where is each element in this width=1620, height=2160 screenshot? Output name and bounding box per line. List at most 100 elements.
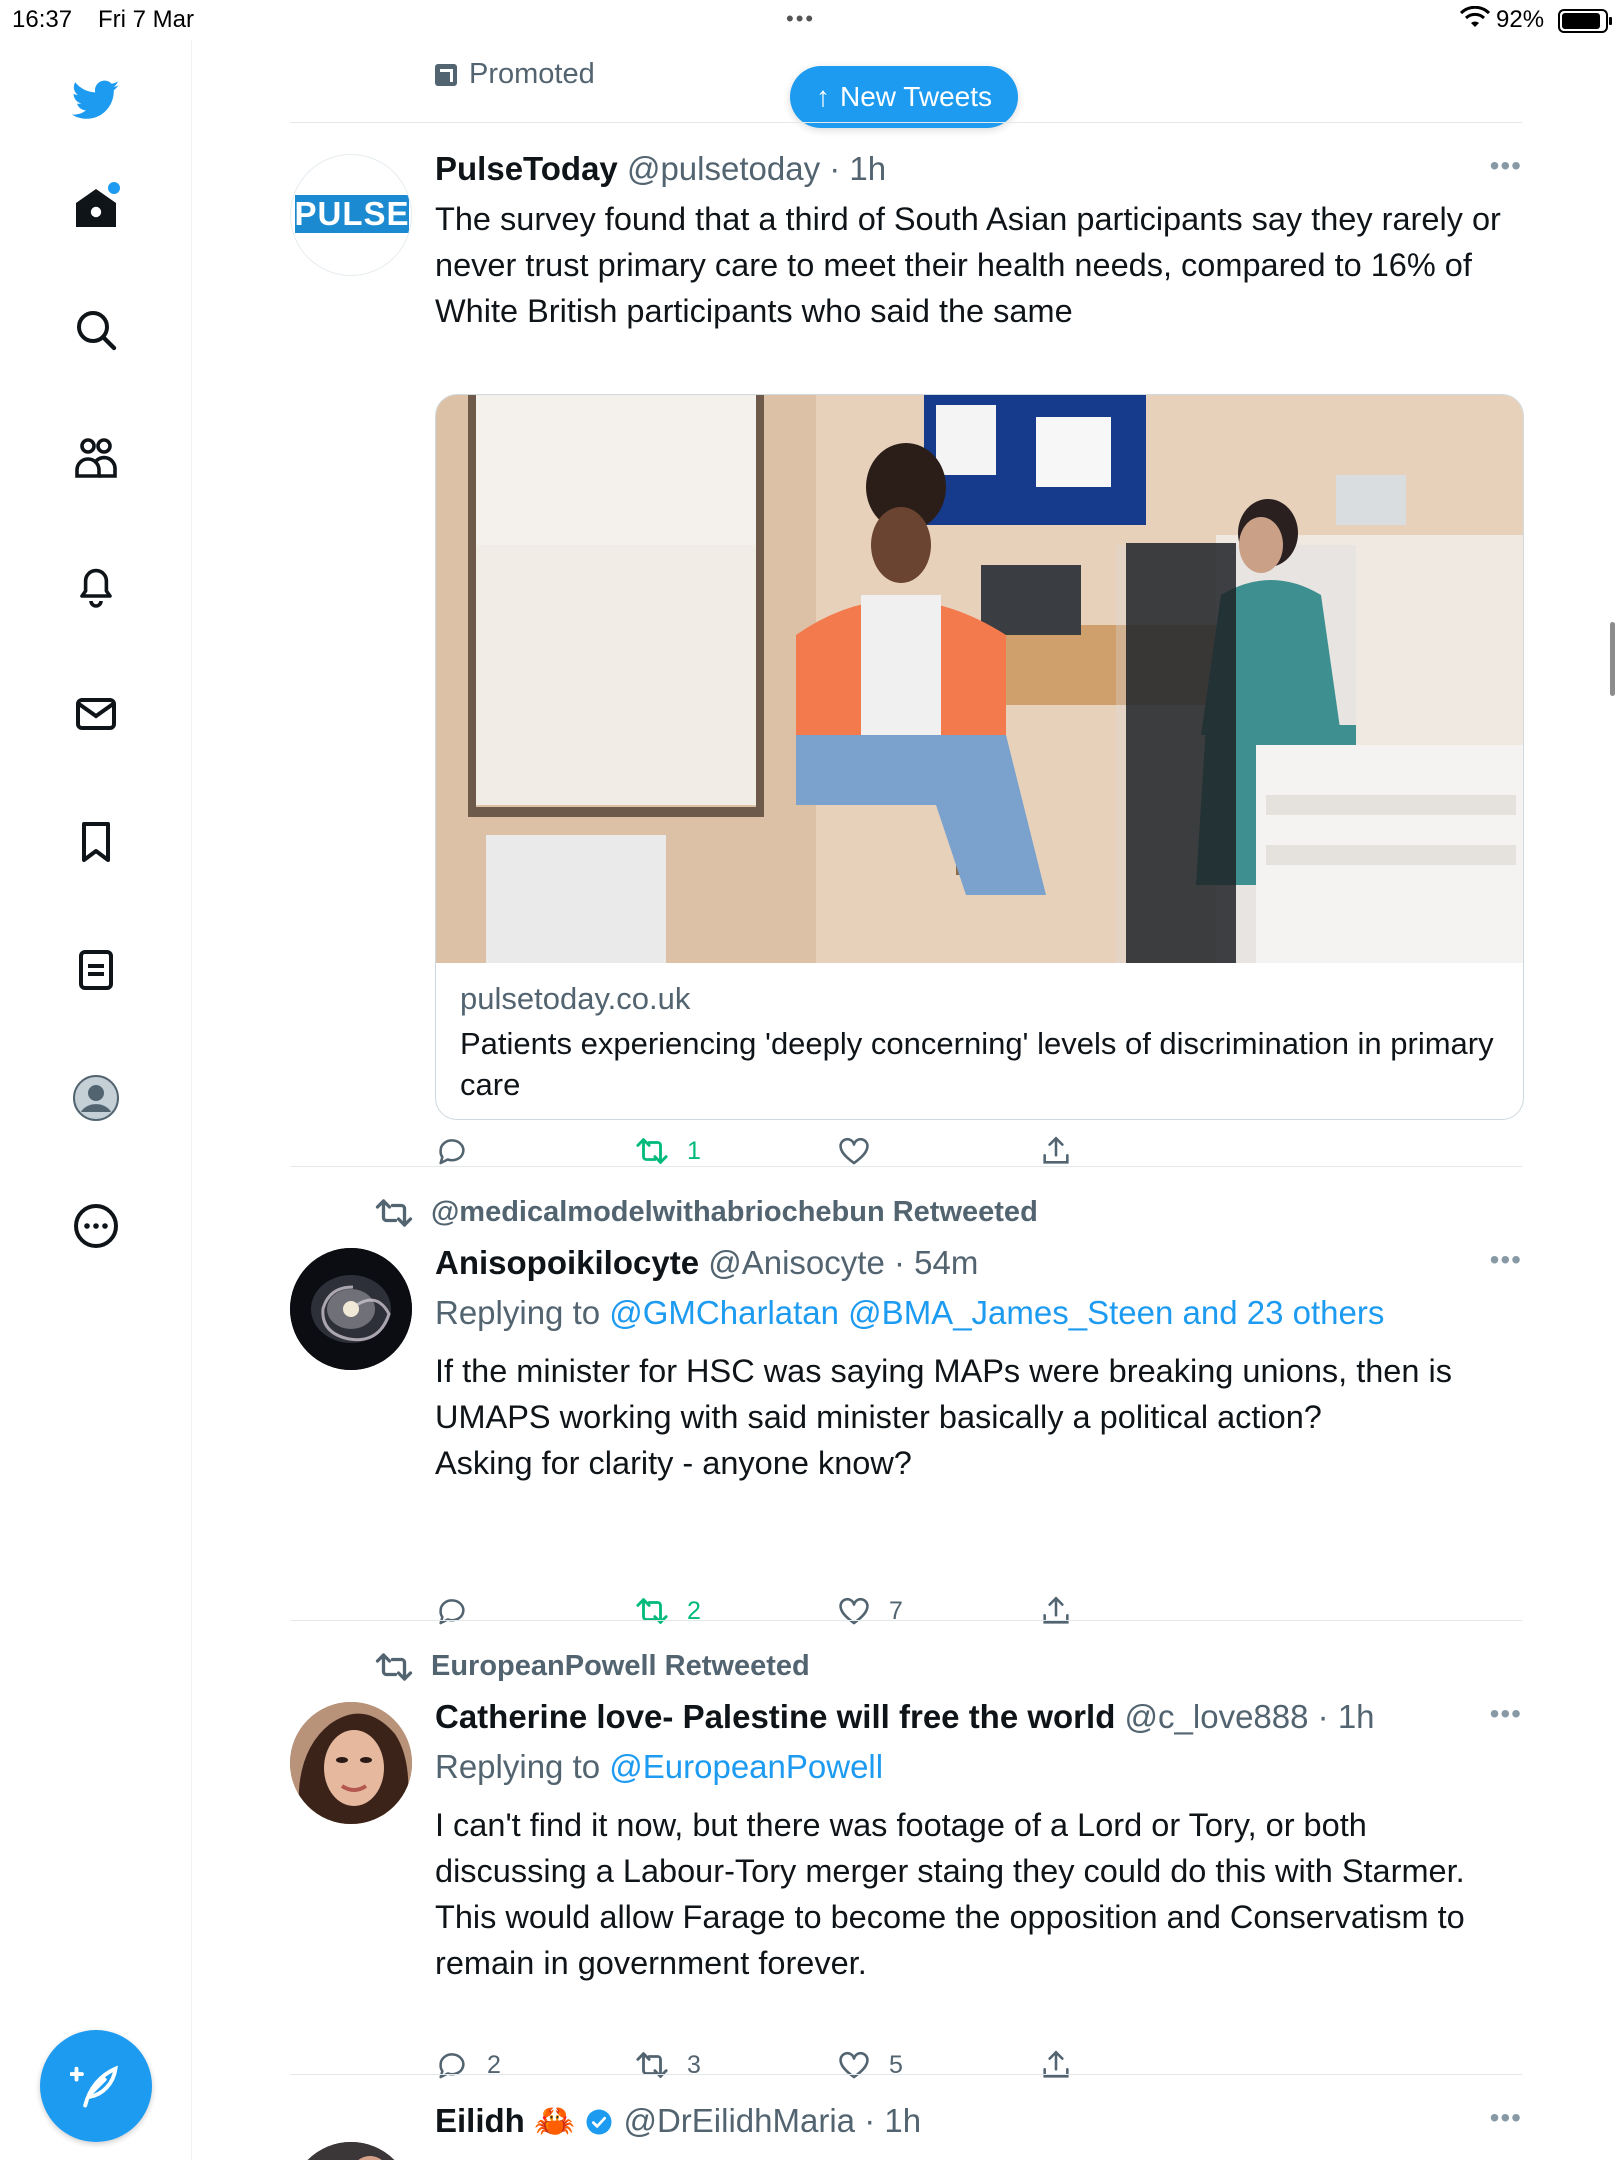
tweet-more-icon[interactable]: ••• [1490,150,1522,182]
share-icon [1043,2050,1069,2078]
tweet-header: Eilidh 🦀 @DrEilidhMaria · 1h [435,2102,921,2141]
portrait-image [290,1702,412,1824]
sidebar [0,40,192,2160]
tweet-more-icon[interactable]: ••• [1490,1244,1522,1276]
galaxy-image [290,1248,412,1370]
portrait-image [290,2142,412,2160]
tweet-author-handle[interactable]: @c_love888 [1125,1698,1309,1735]
share-button[interactable] [1039,1594,1073,1628]
scrollbar[interactable] [1610,622,1615,696]
heart-icon [839,2051,869,2079]
reply-button[interactable]: 2 [435,2048,501,2082]
avatar-eilidh[interactable] [290,2142,412,2160]
messages-envelope-icon[interactable] [66,684,126,744]
communities-icon[interactable] [66,428,126,488]
retweet-button[interactable]: 3 [635,2048,701,2082]
wifi-icon [1460,6,1490,27]
like-button[interactable]: 7 [837,1594,903,1628]
tweet-author-handle[interactable]: @pulsetoday [627,150,820,187]
reply-button[interactable] [435,1594,469,1628]
link-card-title: Patients experiencing 'deeply concerning… [460,1026,1494,1102]
divider [290,122,1522,123]
share-button[interactable] [1039,2048,1073,2082]
home-icon[interactable] [66,178,126,238]
tweet-text: If the minister for HSC was saying MAPs … [435,1353,1452,1435]
profile-avatar-icon[interactable] [66,1068,126,1128]
retweet-count: 1 [687,1136,701,1165]
verified-badge-icon [586,2109,612,2135]
arrow-up-icon: ↑ [816,81,830,112]
retweeted-by-line: EuropeanPowell Retweeted [375,1650,810,1683]
tweet-author-name[interactable]: Eilidh [435,2102,525,2139]
tweet-actions: 1 [435,1134,1115,1174]
reply-icon [439,1139,465,1165]
tweet-text: I can't find it now, but there was foota… [435,1807,1465,1981]
tweet-author-name[interactable]: PulseToday [435,150,618,187]
avatar-catherine-love[interactable] [290,1702,412,1824]
lists-icon[interactable] [66,940,126,1000]
avatar-anisopoikilocyte[interactable] [290,1248,412,1370]
like-button[interactable] [837,1134,871,1168]
retweet-count: 3 [687,2050,701,2079]
notifications-bell-icon[interactable] [66,556,126,616]
crab-emoji: 🦀 [534,2102,576,2139]
bookmarks-icon[interactable] [66,812,126,872]
replying-to-prefix: Replying to [435,1748,610,1785]
replying-to-line: Replying to @EuropeanPowell [435,1748,883,1786]
retweet-count: 2 [687,1596,701,1625]
retweet-small-icon [375,1198,413,1227]
new-tweets-label: New Tweets [840,81,992,112]
tweet-more-icon[interactable]: ••• [1490,2102,1522,2134]
retweet-button[interactable]: 2 [635,1594,701,1628]
like-count: 7 [889,1596,903,1625]
tweet-author-handle[interactable]: @Anisocyte [708,1244,885,1281]
status-time: 16:37 [12,6,73,33]
replying-to-prefix: Replying to [435,1294,610,1331]
retweet-button[interactable]: 1 [635,1134,701,1168]
multitasking-dots-icon[interactable]: ••• [786,6,815,32]
search-icon[interactable] [66,300,126,360]
tweet-time[interactable]: · 1h [1318,1698,1375,1735]
status-bar: 16:37 Fri 7 Mar ••• 92% [0,0,1620,40]
more-options-icon[interactable] [66,1196,126,1256]
tweet-author-name[interactable]: Anisopoikilocyte [435,1244,699,1281]
tweet-author-name[interactable]: Catherine love- Palestine will free the … [435,1698,1115,1735]
like-count: 5 [889,2050,903,2079]
avatar-pulsetoday[interactable]: PULSE [290,154,412,276]
battery-percent: 92% [1496,6,1545,33]
retweet-icon [636,1138,668,1164]
reply-button[interactable] [435,1134,469,1168]
replying-to-link[interactable]: @EuropeanPowell [609,1748,883,1785]
share-icon [1043,1136,1069,1164]
battery-icon [1558,9,1612,33]
heart-icon [839,1597,869,1625]
like-button[interactable]: 5 [837,2048,903,2082]
new-tweets-button[interactable]: ↑ New Tweets [790,66,1018,128]
retweeted-by-line: @medicalmodelwithabriochebun Retweeted [375,1196,1038,1229]
retweet-icon [636,2052,668,2078]
promoted-text: Promoted [469,58,595,90]
twitter-bird-icon[interactable] [66,70,126,130]
tweet-time[interactable]: · 54m [894,1244,978,1281]
replying-to-line: Replying to @GMCharlatan @BMA_James_Stee… [435,1294,1384,1332]
tweet-author-handle[interactable]: @DrEilidhMaria [623,2102,855,2139]
retweeted-by-text[interactable]: @medicalmodelwithabriochebun Retweeted [431,1196,1038,1229]
retweet-icon [636,1598,668,1624]
tweet-text-paragraph-2: Asking for clarity - anyone know? [435,1445,912,1481]
promoted-icon [435,63,457,86]
status-date: Fri 7 Mar [98,6,194,33]
tweet-text: The survey found that a third of South A… [435,201,1501,329]
link-card-domain: pulsetoday.co.uk [460,981,691,1016]
tweet-more-icon[interactable]: ••• [1490,1698,1522,1730]
retweeted-by-text[interactable]: EuropeanPowell Retweeted [431,1650,810,1683]
share-button[interactable] [1039,1134,1073,1168]
tweet-actions: 2 3 5 [435,2048,1115,2088]
tweet-time[interactable]: · 1h [864,2102,921,2139]
link-card[interactable]: pulsetoday.co.uk Patients experiencing '… [435,394,1524,1120]
reply-icon [439,2053,465,2079]
tweet-time[interactable]: · 1h [829,150,886,187]
share-icon [1043,1596,1069,1624]
replying-to-link[interactable]: @GMCharlatan @BMA_James_Steen and 23 oth… [609,1294,1384,1331]
compose-tweet-button[interactable] [40,2030,152,2142]
new-content-dot [108,182,120,194]
